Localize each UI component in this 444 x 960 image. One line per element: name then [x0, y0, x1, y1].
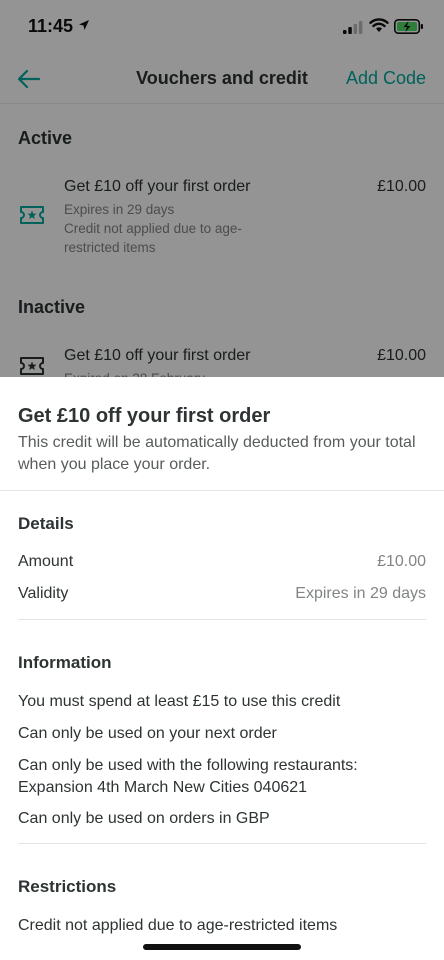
- voucher-detail-sheet: Get £10 off your first order This credit…: [0, 377, 444, 960]
- information-item: You must spend at least £15 to use this …: [18, 693, 341, 710]
- sheet-title: Get £10 off your first order: [18, 405, 271, 427]
- information-item: Can only be used with the following rest…: [18, 757, 358, 796]
- information-item: Can only be used on your next order: [18, 725, 277, 742]
- information-title: Information: [18, 653, 112, 672]
- amount-label: Amount: [18, 553, 74, 570]
- home-indicator: [143, 944, 301, 950]
- divider: [18, 619, 426, 620]
- details-title: Details: [18, 514, 74, 533]
- validity-value: Expires in 29 days: [295, 585, 426, 602]
- divider: [18, 843, 426, 844]
- sheet-description: This credit will be automatically deduct…: [18, 434, 416, 473]
- amount-value: £10.00: [377, 553, 426, 570]
- information-item: Can only be used on orders in GBP: [18, 810, 270, 827]
- restriction-item: Credit not applied due to age-restricted…: [18, 917, 338, 934]
- validity-label: Validity: [18, 585, 69, 602]
- restrictions-title: Restrictions: [18, 877, 117, 896]
- divider: [0, 490, 444, 491]
